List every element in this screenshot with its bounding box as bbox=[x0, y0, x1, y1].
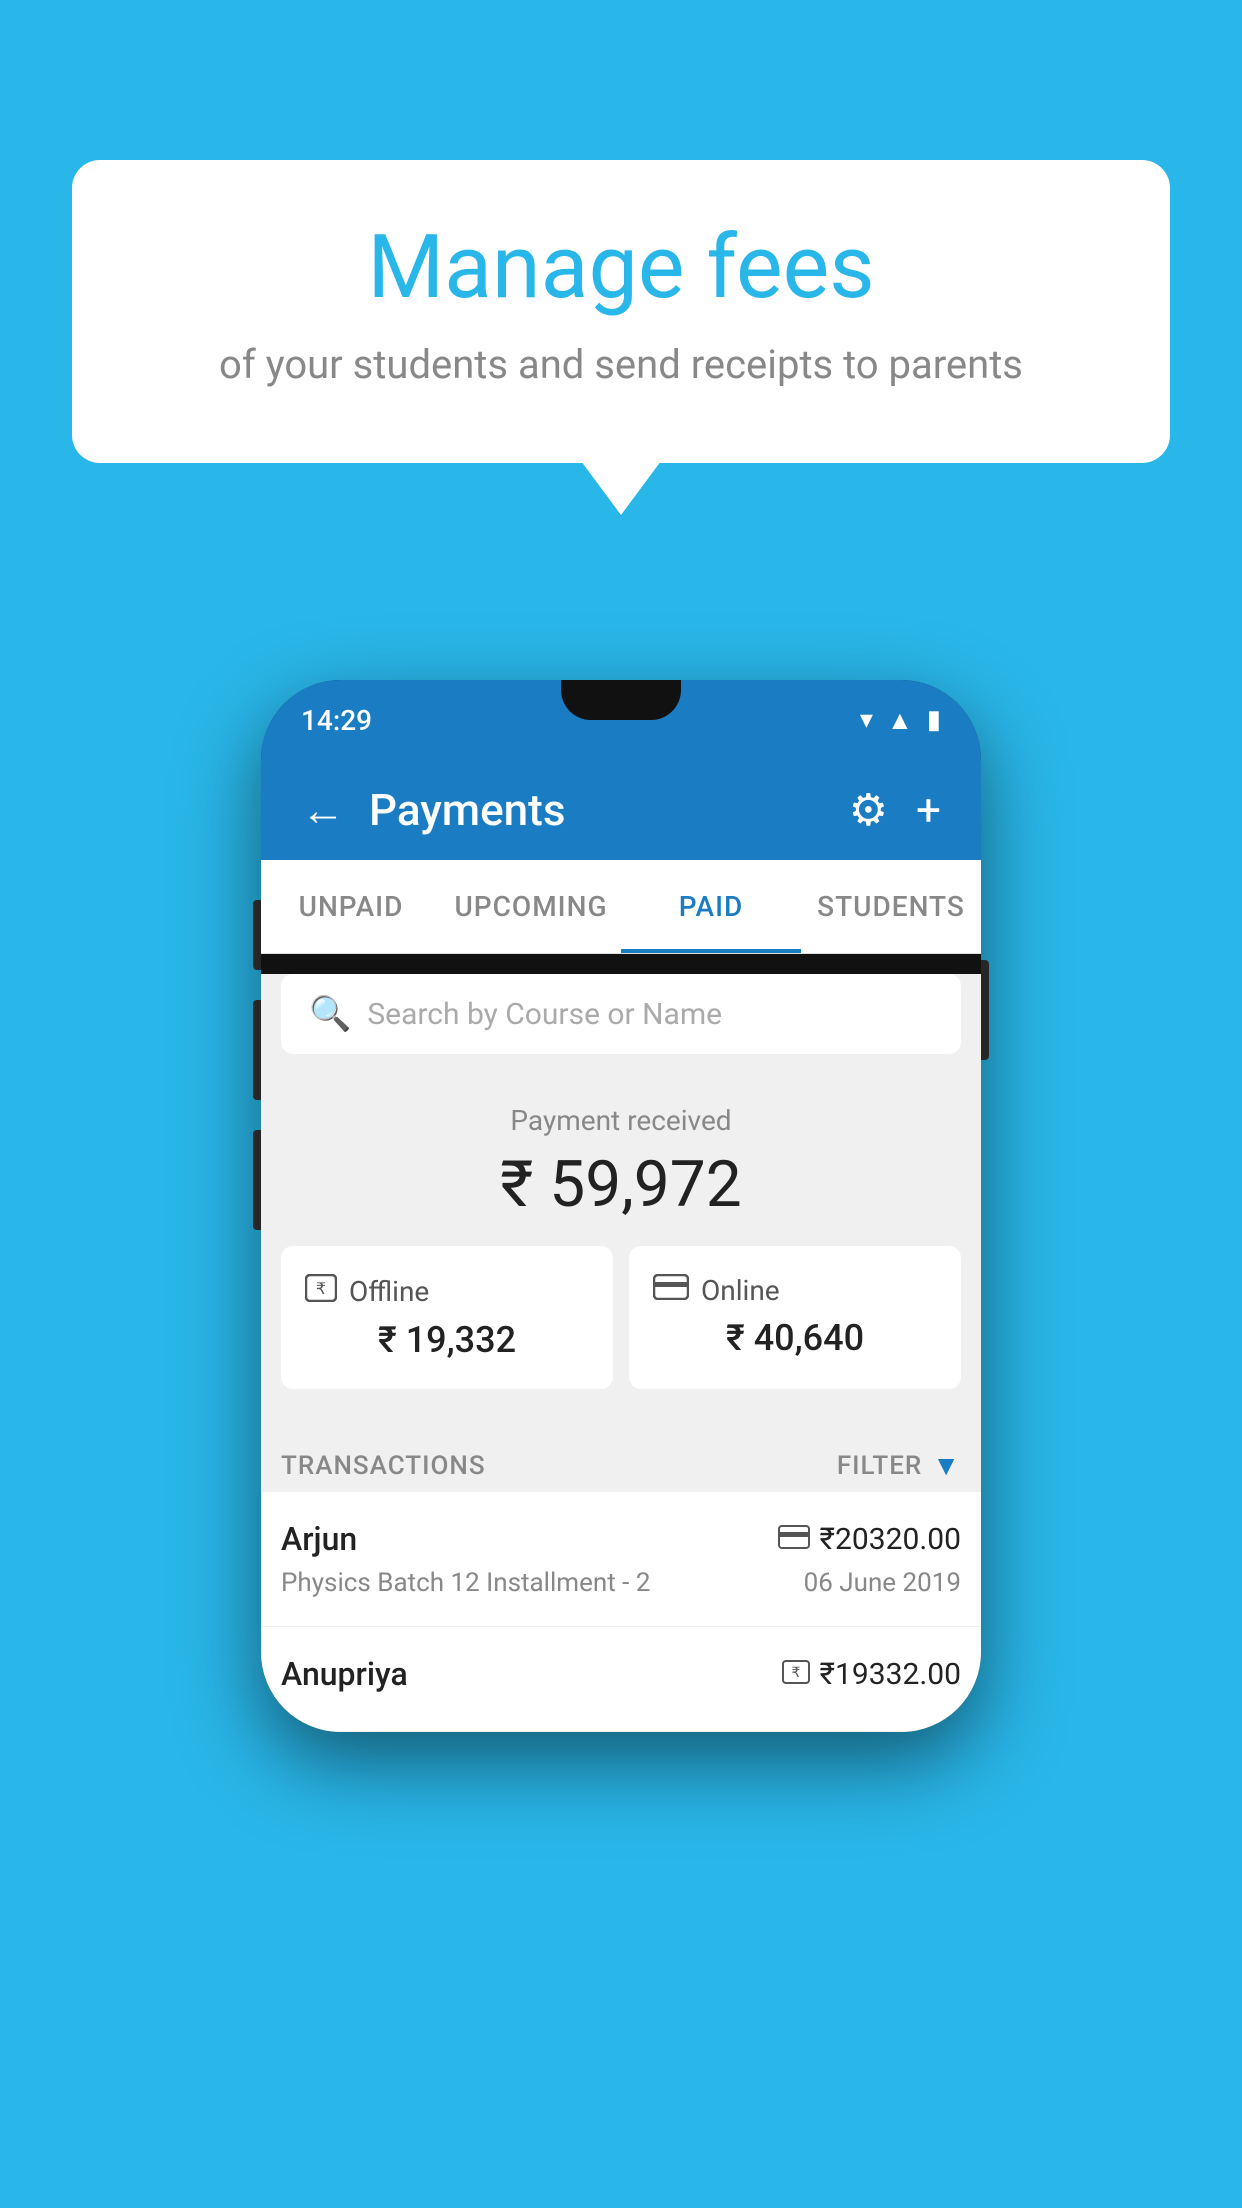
signal-icon: ▲ bbox=[887, 705, 913, 736]
phone-frame: 14:29 ▾ ▲ ▮ ← Payments ⚙ + UNPAID UPCOMI… bbox=[261, 680, 981, 1732]
transaction-amount: ₹20320.00 bbox=[778, 1522, 961, 1557]
offline-card: ₹ Offline ₹ 19,332 bbox=[281, 1246, 613, 1389]
offline-card-header: ₹ Offline bbox=[305, 1274, 589, 1309]
page-title: Payments bbox=[369, 784, 565, 836]
online-card: Online ₹ 40,640 bbox=[629, 1246, 961, 1389]
transaction-top-row: Arjun ₹20320.00 bbox=[281, 1520, 961, 1558]
transactions-label: TRANSACTIONS bbox=[281, 1451, 486, 1481]
transaction-name: Anupriya bbox=[281, 1655, 408, 1693]
offline-amount: ₹ 19,332 bbox=[305, 1319, 589, 1361]
svg-text:₹: ₹ bbox=[791, 1664, 800, 1680]
transaction-date: 06 June 2019 bbox=[804, 1568, 961, 1598]
search-bar[interactable]: 🔍 Search by Course or Name bbox=[281, 974, 961, 1054]
transaction-bottom-row: Physics Batch 12 Installment - 2 06 June… bbox=[281, 1568, 961, 1598]
transaction-detail: Physics Batch 12 Installment - 2 bbox=[281, 1568, 650, 1598]
online-amount: ₹ 40,640 bbox=[653, 1317, 937, 1359]
header-right: ⚙ + bbox=[849, 784, 941, 836]
offline-label: Offline bbox=[349, 1275, 429, 1308]
tab-paid[interactable]: PAID bbox=[621, 860, 801, 953]
wifi-icon: ▾ bbox=[860, 705, 873, 735]
speech-bubble: Manage fees of your students and send re… bbox=[72, 160, 1170, 463]
transaction-name: Arjun bbox=[281, 1520, 357, 1558]
power-button bbox=[981, 960, 989, 1060]
status-icons: ▾ ▲ ▮ bbox=[860, 705, 941, 736]
tabs-bar: UNPAID UPCOMING PAID STUDENTS bbox=[261, 860, 981, 954]
table-row[interactable]: Arjun ₹20320.00 Physics Batch 12 Install… bbox=[261, 1492, 981, 1627]
svg-text:₹: ₹ bbox=[316, 1281, 326, 1298]
filter-label: FILTER bbox=[837, 1451, 922, 1481]
back-button[interactable]: ← bbox=[301, 784, 345, 836]
payment-total-amount: ₹ 59,972 bbox=[281, 1147, 961, 1222]
filter-button[interactable]: FILTER ▼ bbox=[837, 1449, 961, 1482]
speech-bubble-title: Manage fees bbox=[132, 220, 1110, 317]
transaction-top-row: Anupriya ₹ ₹19332.00 bbox=[281, 1655, 961, 1693]
add-icon[interactable]: + bbox=[916, 784, 941, 836]
tab-unpaid[interactable]: UNPAID bbox=[261, 860, 441, 953]
status-bar: 14:29 ▾ ▲ ▮ bbox=[261, 680, 981, 760]
search-icon: 🔍 bbox=[309, 994, 351, 1034]
online-card-header: Online bbox=[653, 1274, 937, 1307]
payment-received-section: Payment received ₹ 59,972 ₹ bbox=[261, 1074, 981, 1429]
speech-bubble-subtitle: of your students and send receipts to pa… bbox=[132, 337, 1110, 393]
phone-notch bbox=[561, 680, 681, 720]
header-left: ← Payments bbox=[301, 784, 565, 836]
transaction-amount: ₹ ₹19332.00 bbox=[782, 1657, 961, 1692]
tab-upcoming[interactable]: UPCOMING bbox=[441, 860, 621, 953]
volume-down-button bbox=[253, 1000, 261, 1100]
offline-payment-icon: ₹ bbox=[305, 1274, 337, 1309]
app-body: 🔍 Search by Course or Name Payment recei… bbox=[261, 974, 981, 1732]
transactions-header: TRANSACTIONS FILTER ▼ bbox=[261, 1429, 981, 1492]
payment-received-label: Payment received bbox=[281, 1104, 961, 1137]
filter-icon: ▼ bbox=[932, 1449, 961, 1482]
phone-wrapper: 14:29 ▾ ▲ ▮ ← Payments ⚙ + UNPAID UPCOMI… bbox=[261, 680, 981, 1732]
online-label: Online bbox=[701, 1274, 780, 1307]
card-payment-icon bbox=[778, 1522, 810, 1557]
table-row[interactable]: Anupriya ₹ ₹19332.00 bbox=[261, 1627, 981, 1732]
silent-button bbox=[253, 1130, 261, 1230]
app-header: ← Payments ⚙ + bbox=[261, 760, 981, 860]
battery-icon: ▮ bbox=[927, 705, 941, 735]
settings-icon[interactable]: ⚙ bbox=[849, 784, 888, 836]
volume-up-button bbox=[253, 900, 261, 970]
time-display: 14:29 bbox=[301, 704, 372, 737]
tab-students[interactable]: STUDENTS bbox=[801, 860, 981, 953]
payment-cards: ₹ Offline ₹ 19,332 bbox=[281, 1246, 961, 1409]
search-input[interactable]: Search by Course or Name bbox=[367, 997, 722, 1032]
offline-payment-icon: ₹ bbox=[782, 1657, 810, 1692]
online-payment-icon bbox=[653, 1274, 689, 1307]
